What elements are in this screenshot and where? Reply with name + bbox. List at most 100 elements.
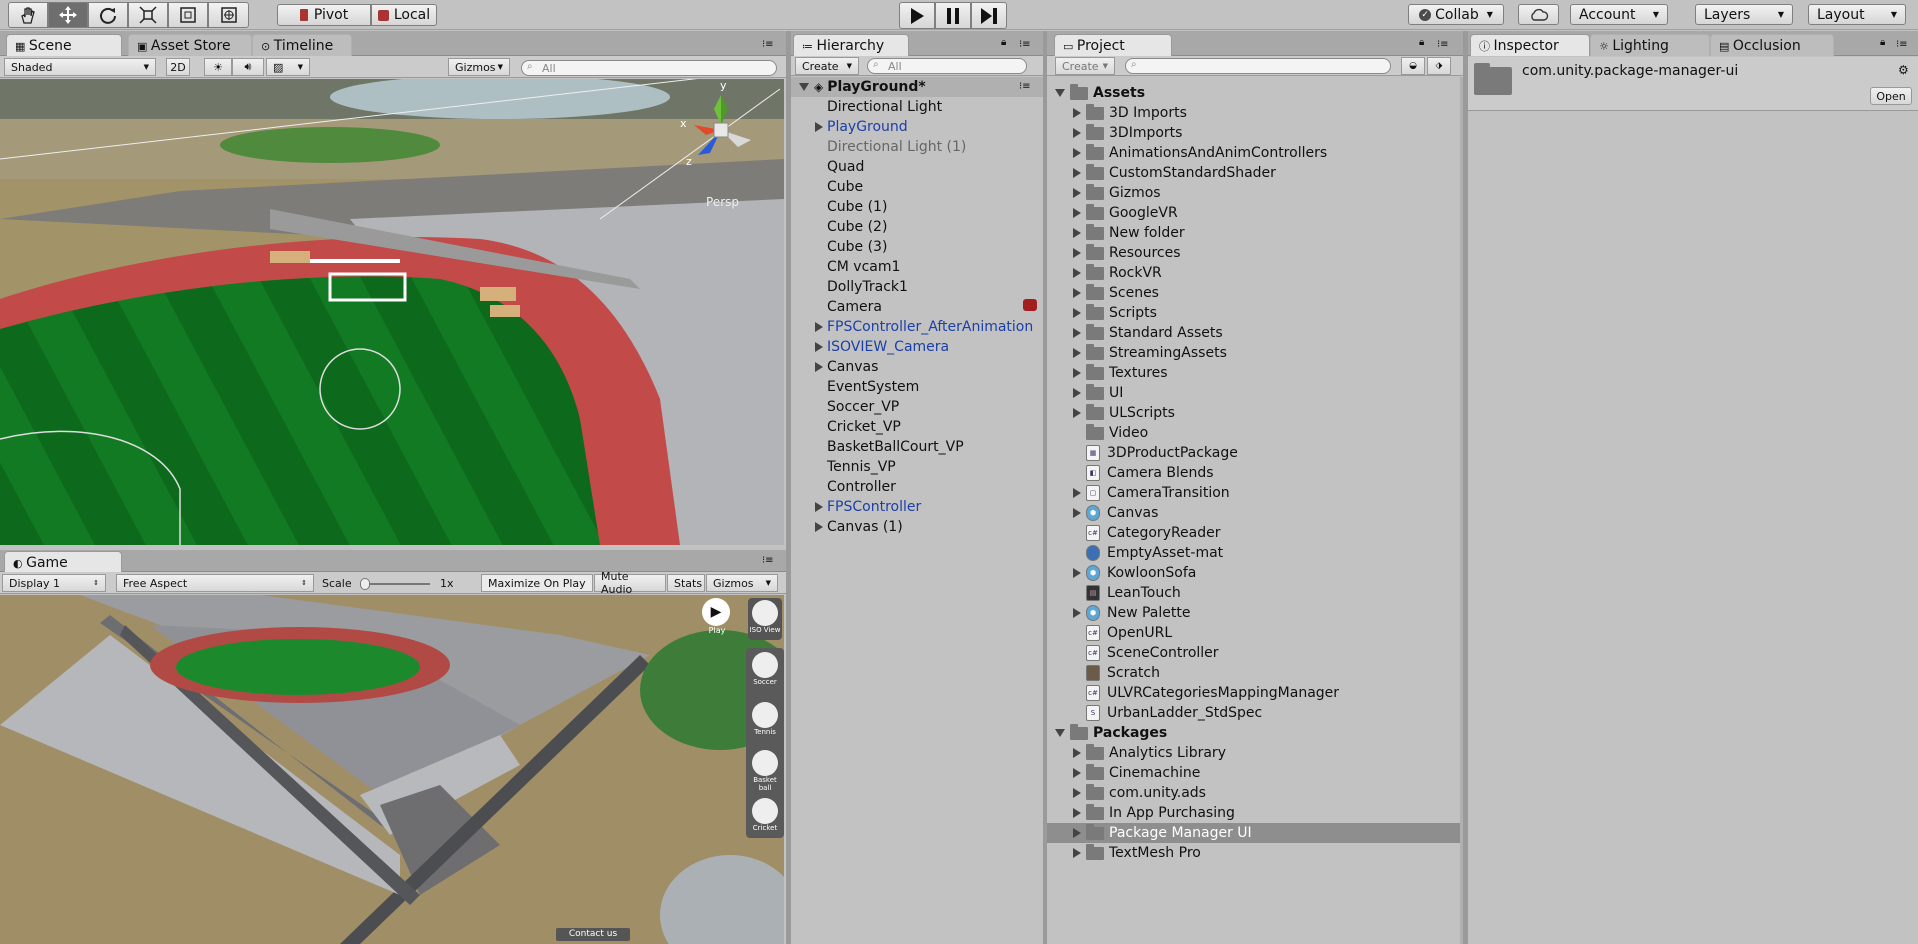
expand-arrow-icon[interactable]	[1073, 368, 1081, 378]
project-item[interactable]: UI	[1047, 383, 1463, 403]
game-viewport[interactable]	[0, 595, 784, 944]
hierarchy-item[interactable]: Canvas	[791, 357, 1043, 377]
expand-arrow-icon[interactable]	[799, 83, 809, 91]
expand-arrow-icon[interactable]	[1073, 208, 1081, 218]
iso-view-button[interactable]: ISO View	[748, 598, 782, 640]
hierarchy-item[interactable]: BasketBallCourt_VP	[791, 437, 1043, 457]
project-item[interactable]: Standard Assets	[1047, 323, 1463, 343]
project-item[interactable]: In App Purchasing	[1047, 803, 1463, 823]
move-tool-button[interactable]	[48, 2, 88, 28]
expand-arrow-icon[interactable]	[1073, 788, 1081, 798]
hierarchy-item[interactable]: PlayGround	[791, 117, 1043, 137]
project-item[interactable]: ULScripts	[1047, 403, 1463, 423]
local-toggle-button[interactable]: Local	[371, 4, 437, 26]
play-button[interactable]	[899, 2, 935, 29]
expand-arrow-icon[interactable]	[1073, 488, 1081, 498]
panel-menu-icon[interactable]: ⁝≡	[762, 555, 774, 566]
hierarchy-item[interactable]: Directional Light (1)	[791, 137, 1043, 157]
filter-by-type-button[interactable]: ◒	[1401, 57, 1425, 75]
lock-icon[interactable]: 🔒︎	[1419, 37, 1424, 48]
project-item[interactable]: GoogleVR	[1047, 203, 1463, 223]
layout-dropdown[interactable]: Layout ▼	[1808, 4, 1906, 25]
hierarchy-item[interactable]: FPSController_AfterAnimation	[791, 317, 1043, 337]
hierarchy-item[interactable]: EventSystem	[791, 377, 1043, 397]
scale-slider-thumb[interactable]	[360, 578, 370, 590]
scene-gizmos-dropdown[interactable]: Gizmos ▼	[448, 58, 510, 76]
expand-arrow-icon[interactable]	[1073, 108, 1081, 118]
expand-arrow-icon[interactable]	[1073, 388, 1081, 398]
panel-menu-icon[interactable]: ⁝≡	[1437, 39, 1449, 50]
expand-arrow-icon[interactable]	[1073, 188, 1081, 198]
contact-us-button[interactable]: Contact us	[556, 928, 630, 941]
play-overlay-button[interactable]: ▶ Play	[702, 598, 732, 640]
hierarchy-scene-row[interactable]: ◈ PlayGround*	[791, 77, 1043, 97]
project-item[interactable]: ◧ Camera Blends	[1047, 463, 1463, 483]
project-item[interactable]: S UrbanLadder_StdSpec	[1047, 703, 1463, 723]
hierarchy-item[interactable]: CM vcam1	[791, 257, 1043, 277]
project-item[interactable]: Scenes	[1047, 283, 1463, 303]
project-item[interactable]: New folder	[1047, 223, 1463, 243]
2d-toggle-button[interactable]: 2D	[166, 58, 190, 76]
mute-audio-toggle[interactable]: Mute Audio	[594, 570, 666, 596]
orientation-gizmo[interactable]: y x z	[676, 79, 766, 175]
project-item[interactable]: ⬢ New Palette	[1047, 603, 1463, 623]
hand-tool-button[interactable]	[8, 2, 48, 28]
audio-toggle-button[interactable]: 🔊︎	[232, 58, 264, 76]
project-item[interactable]: c# SceneController	[1047, 643, 1463, 663]
hierarchy-search-input[interactable]: ⌕ All	[867, 58, 1027, 74]
hierarchy-item[interactable]: Cube (1)	[791, 197, 1043, 217]
expand-arrow-icon[interactable]	[1073, 568, 1081, 578]
rotate-tool-button[interactable]	[88, 2, 128, 28]
expand-arrow-icon[interactable]	[1055, 89, 1065, 97]
open-button[interactable]: Open	[1870, 87, 1912, 105]
layers-dropdown[interactable]: Layers ▼	[1695, 4, 1793, 25]
filter-by-label-button[interactable]: ⬗	[1427, 57, 1451, 75]
project-item[interactable]: ⬢ KowloonSofa	[1047, 563, 1463, 583]
tab-project[interactable]: ▭ Project	[1054, 34, 1172, 56]
expand-arrow-icon[interactable]	[1073, 808, 1081, 818]
hierarchy-item[interactable]: Quad	[791, 157, 1043, 177]
expand-arrow-icon[interactable]	[815, 502, 823, 512]
tab-scene[interactable]: ▦ Scene	[6, 34, 122, 56]
panel-menu-icon[interactable]: ⁝≡	[1019, 39, 1031, 50]
expand-arrow-icon[interactable]	[1073, 748, 1081, 758]
expand-arrow-icon[interactable]	[1073, 408, 1081, 418]
aspect-dropdown[interactable]: Free Aspect ⇕	[116, 574, 314, 592]
tab-asset-store[interactable]: ▣ Asset Store	[128, 34, 252, 56]
expand-arrow-icon[interactable]	[1073, 128, 1081, 138]
hierarchy-item[interactable]: Camera	[791, 297, 1043, 317]
project-item[interactable]: ● EmptyAsset-mat	[1047, 543, 1463, 563]
scale-slider[interactable]	[360, 578, 430, 590]
expand-arrow-icon[interactable]	[1073, 308, 1081, 318]
project-item[interactable]: ⬢ Canvas	[1047, 503, 1463, 523]
tab-lighting[interactable]: ☼ Lighting	[1590, 34, 1710, 56]
display-dropdown[interactable]: Display 1 ⇕	[2, 574, 106, 592]
project-item[interactable]: Package Manager UI	[1047, 823, 1463, 843]
lock-icon[interactable]: 🔒︎	[1880, 37, 1885, 48]
expand-arrow-icon[interactable]	[1073, 828, 1081, 838]
transform-tool-button[interactable]	[208, 2, 249, 28]
pause-button[interactable]	[935, 2, 971, 29]
projection-label[interactable]: Persp	[706, 195, 739, 209]
scale-tool-button[interactable]	[128, 2, 168, 28]
lock-icon[interactable]: 🔒︎	[1001, 37, 1006, 48]
expand-arrow-icon[interactable]	[1073, 608, 1081, 618]
effects-dropdown[interactable]: ▨ ▼	[266, 58, 310, 76]
game-gizmos-dropdown[interactable]: Gizmos ▼	[706, 574, 778, 592]
tab-inspector[interactable]: ⓘ Inspector	[1470, 34, 1590, 56]
hierarchy-item[interactable]: Cube	[791, 177, 1043, 197]
project-item[interactable]: StreamingAssets	[1047, 343, 1463, 363]
rect-tool-button[interactable]	[168, 2, 208, 28]
tennis-button[interactable]: Tennis	[748, 702, 782, 744]
project-item[interactable]: c# OpenURL	[1047, 623, 1463, 643]
project-item[interactable]: ▤ LeanTouch	[1047, 583, 1463, 603]
project-item[interactable]: ▮ Scratch	[1047, 663, 1463, 683]
basketball-button[interactable]: Basket ball	[748, 750, 782, 794]
project-item[interactable]: c# CategoryReader	[1047, 523, 1463, 543]
packages-root[interactable]: Packages	[1047, 723, 1463, 743]
expand-arrow-icon[interactable]	[1073, 228, 1081, 238]
tab-timeline[interactable]: ⊙ Timeline	[252, 34, 352, 56]
lighting-toggle-button[interactable]: ☀	[204, 58, 232, 76]
hierarchy-item[interactable]: Cube (2)	[791, 217, 1043, 237]
expand-arrow-icon[interactable]	[1073, 268, 1081, 278]
